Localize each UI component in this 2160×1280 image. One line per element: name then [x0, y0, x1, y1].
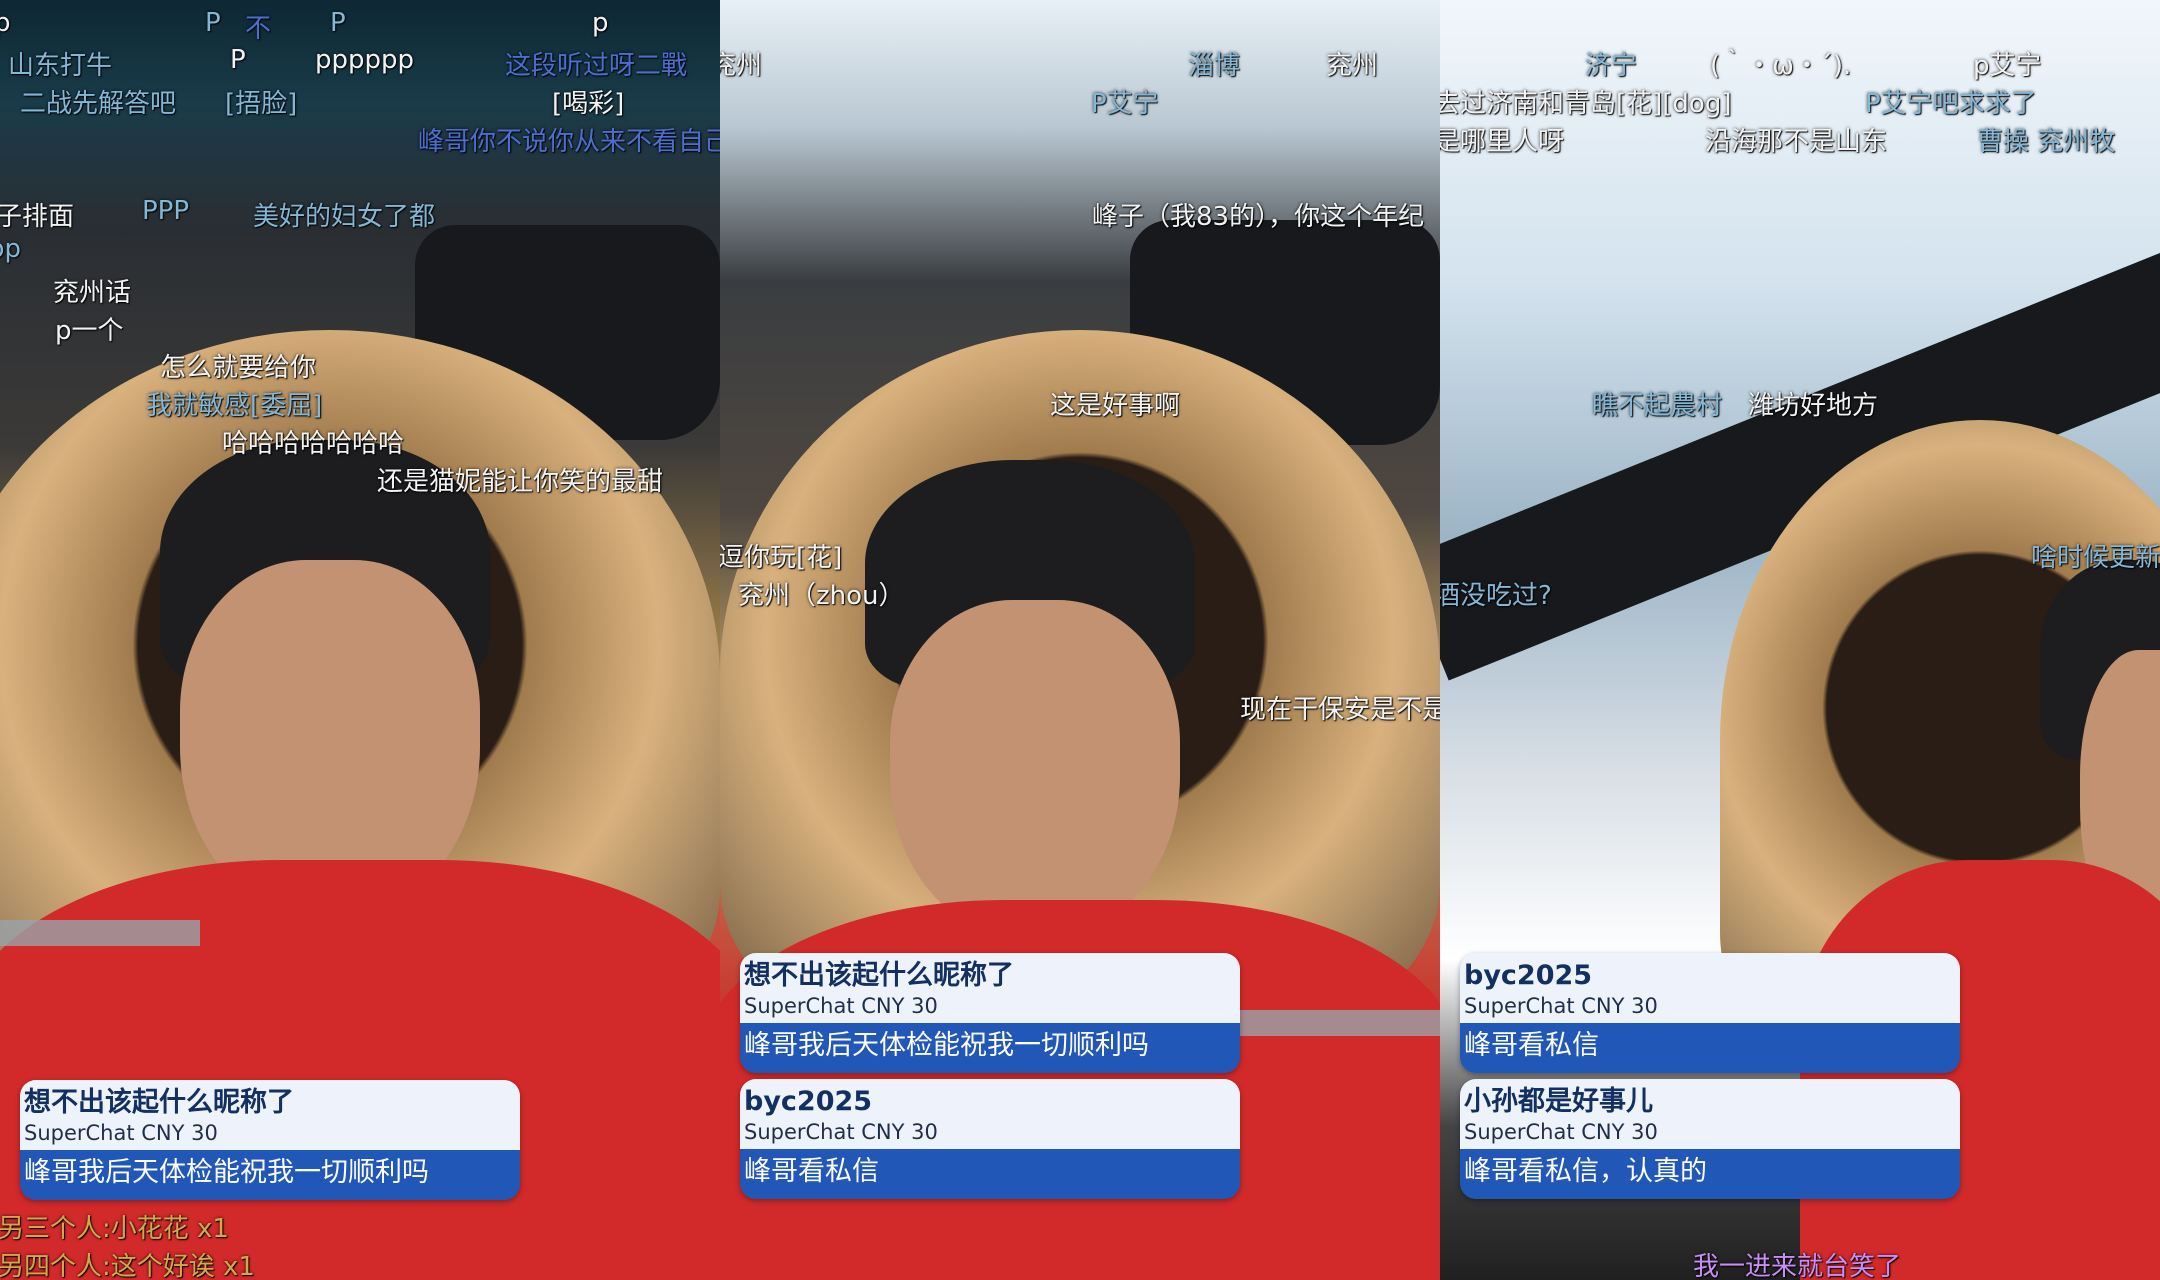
superchat-amount: SuperChat CNY 30	[24, 1121, 218, 1145]
danmaku-comment: 兖州	[720, 51, 763, 81]
danmaku-comment: P	[205, 8, 221, 38]
danmaku-comment: 峰子（我83的），你这个年纪	[1092, 202, 1425, 232]
danmaku-comment: 这段听过呀二戰	[505, 51, 688, 81]
superchat-username: 想不出该起什么昵称了	[744, 960, 1014, 991]
danmaku-comment: 现在干保安是不是	[1240, 695, 1440, 725]
superchat-amount: SuperChat CNY 30	[1464, 994, 1658, 1018]
superchat-message: 峰哥看私信	[740, 1149, 1240, 1199]
danmaku-comment: 济宁	[1585, 51, 1638, 81]
superchat-card: 想不出该起什么昵称了 SuperChat CNY 30 峰哥我后天体检能祝我一切…	[740, 953, 1240, 1073]
danmaku-comment: 潍坊好地方	[1748, 391, 1879, 421]
danmaku-comment: 瞧不起農村	[1592, 391, 1723, 421]
danmaku-comment: [喝彩]	[552, 89, 625, 119]
stream-frame-3: 济宁 (｀・ω・´). p艾宁 去过济南和青岛[花][dog] P艾宁吧求求了 …	[1440, 0, 2160, 1280]
jacket-stripe	[1240, 1010, 1440, 1036]
superchat-username: byc2025	[744, 1086, 873, 1117]
danmaku-comment: p	[592, 8, 609, 38]
danmaku-comment: 山东打牛	[8, 51, 113, 81]
superchat-amount: SuperChat CNY 30	[744, 994, 938, 1018]
danmaku-comment: 这是好事啊	[1050, 391, 1181, 421]
danmaku-comment: p艾宁	[1973, 51, 2042, 81]
danmaku-comment: 兖州（zhou）	[738, 581, 905, 611]
danmaku-comment: [捂脸]	[225, 89, 298, 119]
danmaku-comment: P艾宁	[1091, 89, 1159, 119]
gift-notice: 另四个人:这个好诶 x1	[0, 1252, 255, 1280]
stream-frame-2: 兖州 淄博 兖州 P艾宁 峰子（我83的），你这个年纪 这是好事啊 逗你玩[花]…	[720, 0, 1440, 1280]
danmaku-comment: 兖州	[1326, 51, 1379, 81]
danmaku-comment: PPP	[142, 196, 190, 226]
streamer-face	[890, 600, 1180, 940]
danmaku-comment: 我一进来就台笑了	[1693, 1252, 1902, 1280]
danmaku-comment: 酒没吃过?	[1440, 581, 1552, 611]
superchat-message: 峰哥我后天体检能祝我一切顺利吗	[740, 1023, 1240, 1073]
danmaku-comment: 啥时候更新	[2031, 543, 2160, 573]
danmaku-comment: p一个	[55, 316, 124, 346]
danmaku-comment: (｀・ω・´).	[1710, 51, 1852, 81]
danmaku-comment: 曹操 兖州牧	[1977, 127, 2116, 157]
stream-frame-1: p P 不 P p 山东打牛 P pppppp 这段听过呀二戰 二战先解答吧 […	[0, 0, 720, 1280]
danmaku-comment: 去过济南和青岛[花][dog]	[1440, 89, 1732, 119]
danmaku-comment: P艾宁吧求求了	[1865, 89, 2037, 119]
danmaku-comment: 是哪里人呀	[1440, 127, 1565, 157]
danmaku-comment: 淄博	[1188, 51, 1241, 81]
superchat-message: 峰哥看私信	[1460, 1023, 1960, 1073]
danmaku-comment: 逗你玩[花]	[720, 543, 843, 573]
danmaku-comment: 兖州话	[53, 278, 132, 308]
superchat-card: byc2025 SuperChat CNY 30 峰哥看私信	[1460, 953, 1960, 1073]
danmaku-comment: 峰哥你不说你从来不看自己	[418, 127, 720, 157]
danmaku-comment: 我就敏感[委屈]	[146, 391, 323, 421]
danmaku-comment: P	[230, 45, 246, 75]
danmaku-comment: 怎么就要给你	[160, 353, 317, 383]
danmaku-comment: P	[330, 8, 346, 38]
superchat-username: byc2025	[1464, 960, 1593, 991]
danmaku-comment: 不	[245, 14, 272, 44]
superchat-card: 小孙都是好事儿 SuperChat CNY 30 峰哥看私信，认真的	[1460, 1079, 1960, 1199]
gift-notice: 另三个人:小花花 x1	[0, 1214, 229, 1244]
danmaku-comment: 子排面	[0, 202, 75, 232]
superchat-card: byc2025 SuperChat CNY 30 峰哥看私信	[740, 1079, 1240, 1199]
danmaku-comment: pppppp	[315, 45, 415, 75]
danmaku-comment: 二战先解答吧	[20, 89, 177, 119]
danmaku-comment: p	[0, 8, 11, 38]
superchat-username: 小孙都是好事儿	[1464, 1086, 1653, 1117]
danmaku-comment: 哈哈哈哈哈哈哈	[222, 429, 405, 459]
danmaku-comment: pp	[0, 234, 22, 264]
danmaku-comment: 还是猫妮能让你笑的最甜	[377, 467, 664, 497]
danmaku-comment: 美好的妇女了都	[253, 202, 436, 232]
superchat-amount: SuperChat CNY 30	[744, 1120, 938, 1144]
superchat-card: 想不出该起什么昵称了 SuperChat CNY 30 峰哥我后天体检能祝我一切…	[20, 1080, 520, 1200]
superchat-username: 想不出该起什么昵称了	[24, 1087, 294, 1118]
superchat-message: 峰哥我后天体检能祝我一切顺利吗	[20, 1150, 520, 1200]
superchat-message: 峰哥看私信，认真的	[1460, 1149, 1960, 1199]
jacket-stripe	[0, 920, 200, 946]
danmaku-comment: 沿海那不是山东	[1705, 127, 1888, 157]
superchat-amount: SuperChat CNY 30	[1464, 1120, 1658, 1144]
